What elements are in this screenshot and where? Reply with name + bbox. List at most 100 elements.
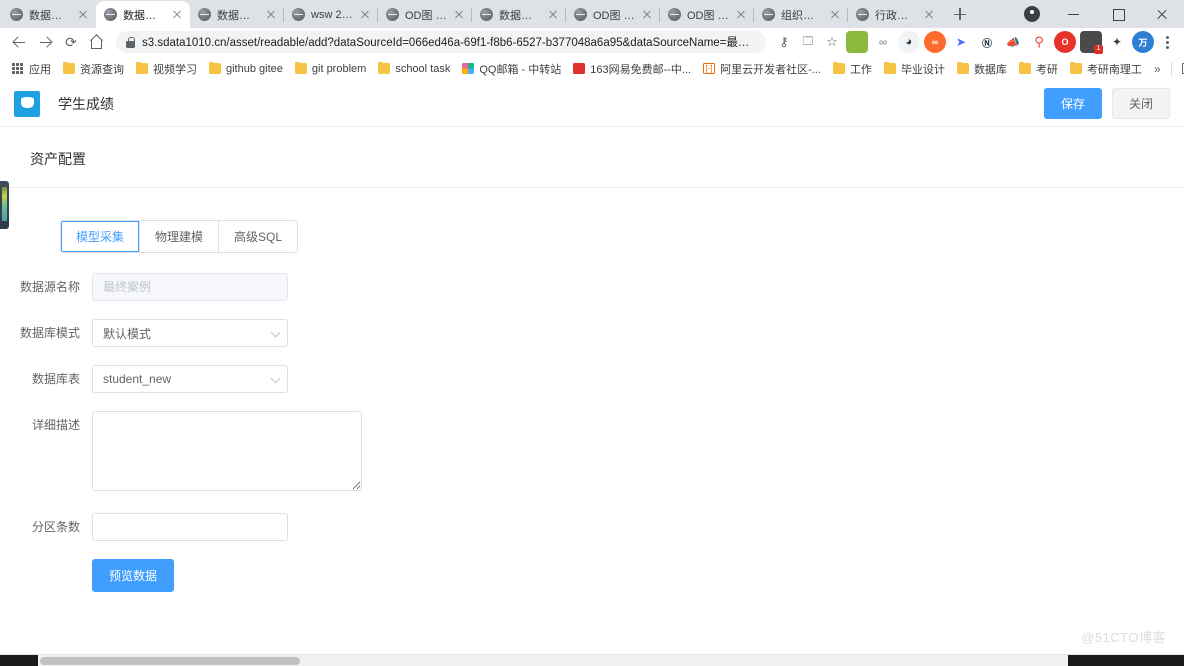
extension-blue-icon[interactable]: 万: [1132, 31, 1154, 53]
home-icon[interactable]: [84, 29, 110, 55]
tab-advanced-sql[interactable]: 高级SQL: [219, 221, 298, 252]
bookmark-item-9[interactable]: 工作: [827, 59, 878, 79]
browser-tab-5[interactable]: 数据图书馆: [471, 1, 566, 28]
bookmark-item-4[interactable]: git problem: [289, 59, 372, 79]
new-tab-button[interactable]: [946, 0, 974, 28]
bookmark-label: 考研: [1035, 63, 1058, 76]
profile-avatar-icon[interactable]: [1012, 0, 1052, 28]
bookmark-item-7[interactable]: 163网易免费邮--中...: [567, 59, 697, 79]
bookmark-item-3[interactable]: github gitee: [203, 59, 289, 79]
tab-physical-modeling[interactable]: 物理建模: [140, 221, 220, 252]
tab-title: 数据图书馆: [217, 9, 260, 22]
folder-icon: [209, 61, 221, 74]
bookmark-apps[interactable]: 应用: [6, 59, 57, 79]
bookmark-item-6[interactable]: QQ邮箱 - 中转站: [456, 59, 567, 79]
tab-close-icon[interactable]: [734, 8, 748, 22]
extension-notion-icon[interactable]: Ⓝ: [976, 31, 998, 53]
extension-recorder-icon[interactable]: 1: [1080, 31, 1103, 54]
form-row-db-schema: 数据库模式: [0, 319, 1184, 347]
tab-title: 组织架构 -: [781, 9, 824, 22]
tab-close-icon[interactable]: [170, 8, 184, 22]
tab-title: 数据图书馆: [123, 9, 166, 22]
bookmark-label: 资源查询: [80, 63, 124, 76]
bookmark-item-2[interactable]: 视频学习: [130, 59, 203, 79]
bookmark-item-10[interactable]: 毕业设计: [878, 59, 951, 79]
forward-button[interactable]: [32, 29, 58, 55]
password-key-icon[interactable]: ⚷: [772, 30, 796, 54]
tab-close-icon[interactable]: [358, 8, 372, 22]
form-row-db-table: 数据库表: [0, 365, 1184, 393]
tab-close-icon[interactable]: [546, 8, 560, 22]
db-schema-label: 数据库模式: [19, 326, 80, 340]
browser-tab-7[interactable]: OD图 - 江济: [659, 1, 754, 28]
extension-flag-icon[interactable]: ➤: [950, 31, 972, 53]
browser-menu-button[interactable]: [1156, 30, 1178, 54]
window-close-button[interactable]: [1140, 0, 1184, 28]
bookmark-label: 163网易免费邮--中...: [590, 63, 692, 76]
window-controls: [1012, 0, 1184, 28]
tab-close-icon[interactable]: [264, 8, 278, 22]
scrollbar-thumb[interactable]: [40, 657, 300, 665]
reload-icon[interactable]: ⟳: [58, 29, 84, 55]
translate-icon[interactable]: 🗔: [796, 30, 820, 54]
reading-list-button[interactable]: 阅读清单: [1176, 61, 1184, 77]
bookmark-label: 工作: [849, 63, 872, 76]
browser-tab-0[interactable]: 数据图书馆: [2, 1, 96, 28]
bookmark-label: 数据库: [973, 63, 1007, 76]
browser-tab-6[interactable]: OD图 - 江济: [565, 1, 660, 28]
db-table-select[interactable]: [92, 365, 288, 393]
bookmark-star-icon[interactable]: ☆: [820, 30, 844, 54]
tab-model-collection[interactable]: 模型采集: [61, 221, 141, 252]
close-button[interactable]: 关闭: [1111, 88, 1170, 119]
address-bar[interactable]: s3.sdata1010.cn/asset/readable/add?dataS…: [116, 31, 766, 53]
extension-orange-icon[interactable]: ∞: [924, 31, 946, 53]
description-textarea[interactable]: [92, 411, 362, 491]
bookmark-label: git problem: [311, 62, 367, 75]
tab-close-icon[interactable]: [452, 8, 466, 22]
bookmark-item-1[interactable]: 资源查询: [57, 59, 130, 79]
form-row-partition-count: 分区条数: [0, 513, 1184, 541]
tab-close-icon[interactable]: [640, 8, 654, 22]
bookmark-item-5[interactable]: school task: [372, 59, 456, 79]
browser-tab-8[interactable]: 组织架构 -: [753, 1, 848, 28]
tab-close-icon[interactable]: [76, 8, 90, 22]
db-schema-select[interactable]: [92, 319, 288, 347]
save-button[interactable]: 保存: [1043, 88, 1102, 119]
extension-binoculars-icon[interactable]: ∞: [872, 31, 894, 53]
left-edge-widget[interactable]: [0, 181, 9, 229]
extension-megaphone-icon[interactable]: 📣: [1002, 31, 1024, 53]
config-mode-tabs: 模型采集 物理建模 高级SQL: [60, 220, 299, 253]
bookmark-item-13[interactable]: 考研南理工: [1064, 59, 1148, 79]
browser-tab-2[interactable]: 数据图书馆: [190, 1, 284, 28]
extension-ninja-icon[interactable]: ◕: [898, 31, 920, 53]
maximize-button[interactable]: [1096, 0, 1140, 28]
extension-opera-icon[interactable]: O: [1054, 31, 1076, 53]
mysql-database-logo-icon: [14, 90, 40, 117]
description-label: 详细描述: [31, 418, 80, 432]
horizontal-scrollbar[interactable]: [0, 654, 1184, 666]
bookmark-item-12[interactable]: 考研: [1013, 59, 1064, 79]
browser-tab-1[interactable]: 数据图书馆: [96, 1, 190, 28]
tab-favicon: [762, 8, 775, 21]
minimize-button[interactable]: [1052, 0, 1096, 28]
browser-tab-9[interactable]: 行政审批图: [847, 1, 942, 28]
tab-close-icon[interactable]: [922, 8, 936, 22]
bookmarks-overflow-button[interactable]: »: [1148, 62, 1167, 76]
bookmark-item-8[interactable]: [-] 阿里云开发者社区-...: [697, 59, 827, 79]
preview-data-button[interactable]: 预览数据: [92, 559, 175, 592]
back-button[interactable]: [6, 29, 32, 55]
bookmark-label: 考研南理工: [1086, 63, 1142, 76]
extension-green-icon[interactable]: [846, 31, 868, 53]
tab-close-icon[interactable]: [828, 8, 842, 22]
partition-count-input[interactable]: [92, 513, 288, 541]
watermark: @51CTO博客: [1081, 630, 1166, 645]
bookmark-label: QQ邮箱 - 中转站: [479, 63, 562, 76]
bookmark-label: 阿里云开发者社区-...: [720, 63, 821, 76]
bookmark-item-11[interactable]: 数据库: [951, 59, 1013, 79]
apps-grid-icon: [12, 63, 24, 74]
browser-tab-3[interactable]: wsw 2021.(: [283, 1, 378, 28]
extension-location-icon[interactable]: ⚲: [1028, 31, 1050, 53]
folder-icon: [1069, 61, 1082, 74]
browser-tab-4[interactable]: OD图 - 江济: [377, 1, 472, 28]
extension-puzzle-icon[interactable]: ✦: [1106, 31, 1128, 53]
